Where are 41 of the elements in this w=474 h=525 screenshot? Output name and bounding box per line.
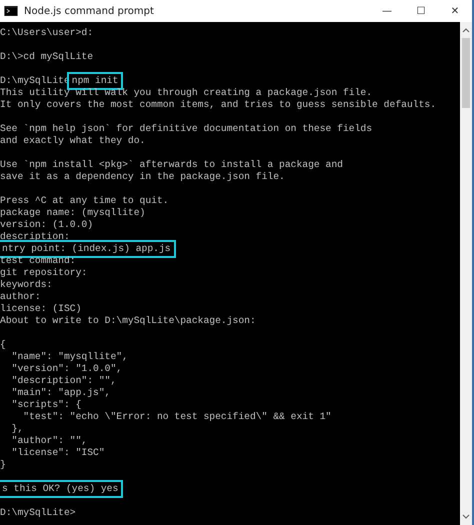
console-text: keywords: (0, 279, 52, 291)
console-text: "description": "", (10, 375, 116, 387)
console-text: Use `npm install <pkg>` afterwards to install a package and (0, 159, 343, 171)
window-title: Node.js command prompt (24, 6, 154, 16)
console-text: See `npm help json` for definitive documentation on these fields (0, 123, 372, 135)
console-text: package name: (mysqllite) (0, 207, 146, 219)
scrollbar-thumb[interactable] (462, 38, 470, 108)
console-text: D:\mySqlLite> (0, 507, 76, 519)
console-text: This utility will walk you through creating a package.json file. (0, 87, 372, 99)
console-text: author: (0, 291, 41, 303)
console-text: It only covers the most common items, and tries to guess sensible defaults. (0, 99, 436, 111)
console-text: About to write to D:\mySqlLite\package.json: (0, 315, 256, 327)
console-text: git repository: (0, 267, 88, 279)
console-text: D:\>cd mySqlLite (0, 51, 94, 63)
console-text: Press ^C at any time to quit. (0, 195, 169, 207)
highlight-box: s this OK? (yes) yes (0, 483, 120, 495)
console-text: "license": "ISC" (10, 447, 105, 459)
console-text: "scripts": { (10, 399, 82, 411)
console-text: license: (ISC) (0, 303, 82, 315)
console-text: version: (1.0.0) (0, 219, 94, 231)
console-text: and exactly what they do. (0, 135, 146, 147)
scroll-down-icon[interactable] (462, 514, 470, 520)
console-text: description: (0, 231, 70, 243)
console-text: "test": "echo \"Error: no test specified\" && exit 1" (22, 411, 332, 423)
highlight-box: ntry point: (index.js) app.js (0, 243, 173, 255)
console-text: "version": "1.0.0", (10, 363, 122, 375)
console-text: } (0, 459, 6, 471)
highlight-box: npm init (70, 75, 120, 87)
console-text: C:\Users\user>d: (0, 27, 94, 39)
minimize-button[interactable]: — (370, 0, 404, 22)
console-icon (4, 6, 18, 16)
close-button[interactable]: ✕ (438, 0, 472, 22)
console-text: { (0, 339, 6, 351)
console-text: test command: (0, 255, 76, 267)
scroll-up-icon[interactable] (462, 27, 470, 33)
console-text: "main": "app.js", (10, 387, 110, 399)
console-text: save it as a dependency in the package.json file. (0, 171, 285, 183)
console-text: }, (10, 423, 24, 435)
maximize-button[interactable]: ☐ (404, 0, 438, 22)
console-text: "author": "", (10, 435, 88, 447)
console-text: "name": "mysqllite", (10, 351, 128, 363)
